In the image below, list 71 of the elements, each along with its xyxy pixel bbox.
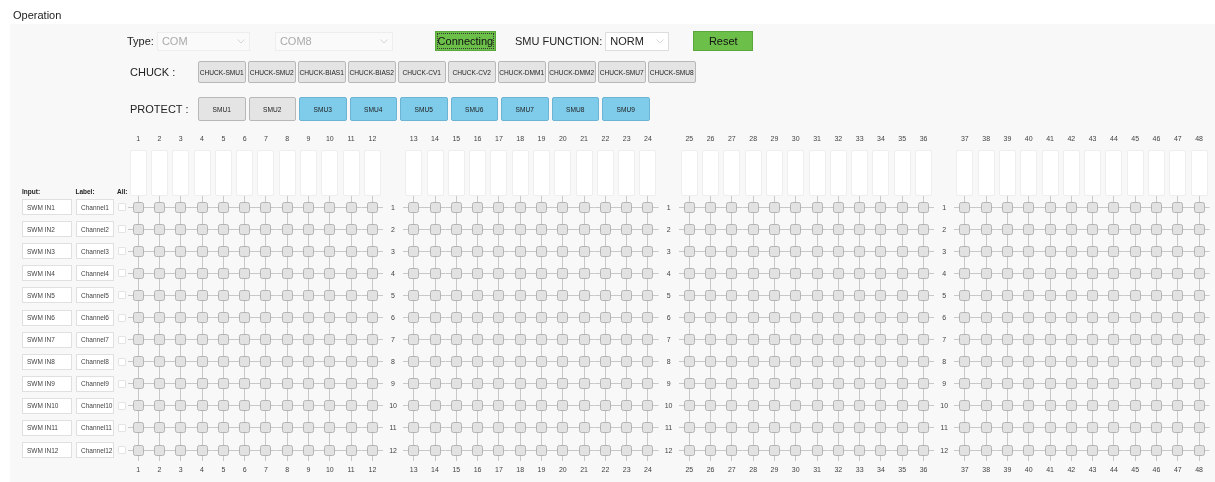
reset-button[interactable]: Reset (693, 31, 754, 51)
column-label-field[interactable] (150, 150, 168, 196)
column-label-field[interactable] (1084, 150, 1102, 196)
column-label-field[interactable] (1169, 150, 1187, 196)
column-label-field[interactable] (363, 150, 381, 196)
column-label-field[interactable] (915, 150, 933, 196)
column-label-field[interactable] (977, 150, 995, 196)
column-label-field[interactable] (511, 150, 529, 196)
column-label-field[interactable] (851, 150, 869, 196)
column-label-field[interactable] (257, 150, 275, 196)
column-label-field[interactable] (214, 150, 232, 196)
column-label-field[interactable] (956, 150, 974, 196)
column-label-field[interactable] (278, 150, 296, 196)
protect-label: PROTECT : (130, 103, 190, 115)
column-label-field[interactable] (193, 150, 211, 196)
all-checkbox[interactable] (118, 247, 126, 256)
column-label-field[interactable] (1190, 150, 1208, 196)
all-checkbox[interactable] (118, 379, 126, 388)
column-label-field[interactable] (1105, 150, 1123, 196)
column-label-field[interactable] (469, 150, 487, 196)
dropdown-caret-icon (236, 38, 245, 44)
smu-function-label: SMU FUNCTION: (514, 35, 603, 47)
column-label-field[interactable] (321, 150, 339, 196)
column-label-field[interactable] (1062, 150, 1080, 196)
all-checkbox[interactable] (118, 269, 126, 278)
all-checkbox[interactable] (118, 291, 126, 300)
column-label-field[interactable] (680, 150, 698, 196)
column-label-field[interactable] (893, 150, 911, 196)
chuck-label: CHUCK : (130, 66, 177, 78)
column-label-field[interactable] (533, 150, 550, 196)
column-label-field[interactable] (998, 150, 1016, 196)
section-title: Operation (12, 8, 63, 23)
column-label-field[interactable] (1020, 150, 1038, 196)
column-label-field[interactable] (765, 150, 783, 196)
connecting-button[interactable]: Connecting (434, 31, 496, 51)
all-checkbox[interactable] (118, 401, 126, 410)
all-checkbox[interactable] (118, 424, 126, 432)
all-checkbox[interactable] (118, 446, 126, 455)
column-label-field[interactable] (490, 150, 508, 196)
all-checkbox[interactable] (118, 203, 126, 212)
column-label-field[interactable] (342, 150, 360, 196)
column-label-field[interactable] (300, 150, 317, 196)
all-checkbox[interactable] (118, 357, 126, 366)
column-label-field[interactable] (447, 150, 465, 196)
column-label-field[interactable] (618, 150, 636, 196)
column-label-field[interactable] (787, 150, 805, 196)
column-label-field[interactable] (596, 150, 614, 196)
column-label-field[interactable] (639, 150, 657, 196)
column-label-field[interactable] (1041, 150, 1059, 196)
column-label-field[interactable] (723, 150, 741, 196)
column-label-field[interactable] (172, 150, 190, 196)
column-label-field[interactable] (744, 150, 762, 196)
dropdown-caret-icon (379, 38, 388, 44)
column-label-field[interactable] (1126, 150, 1144, 196)
column-label-field[interactable] (575, 150, 593, 196)
column-label-field[interactable] (808, 150, 826, 196)
column-label-field[interactable] (829, 150, 847, 196)
column-label-field[interactable] (872, 150, 890, 196)
all-checkbox[interactable] (118, 313, 126, 322)
type-label: Type: (127, 35, 154, 47)
dropdown-caret-icon (656, 38, 665, 44)
column-label-field[interactable] (236, 150, 254, 196)
all-checkbox[interactable] (118, 335, 126, 344)
column-label-field[interactable] (405, 150, 423, 196)
column-label-field[interactable] (426, 150, 444, 196)
column-label-field[interactable] (1148, 150, 1165, 196)
column-label-field[interactable] (554, 150, 572, 196)
column-label-field[interactable] (702, 150, 720, 196)
all-checkbox[interactable] (118, 225, 126, 234)
column-label-field[interactable] (129, 150, 147, 196)
smu-function-dropdown[interactable]: NORM (605, 31, 670, 51)
